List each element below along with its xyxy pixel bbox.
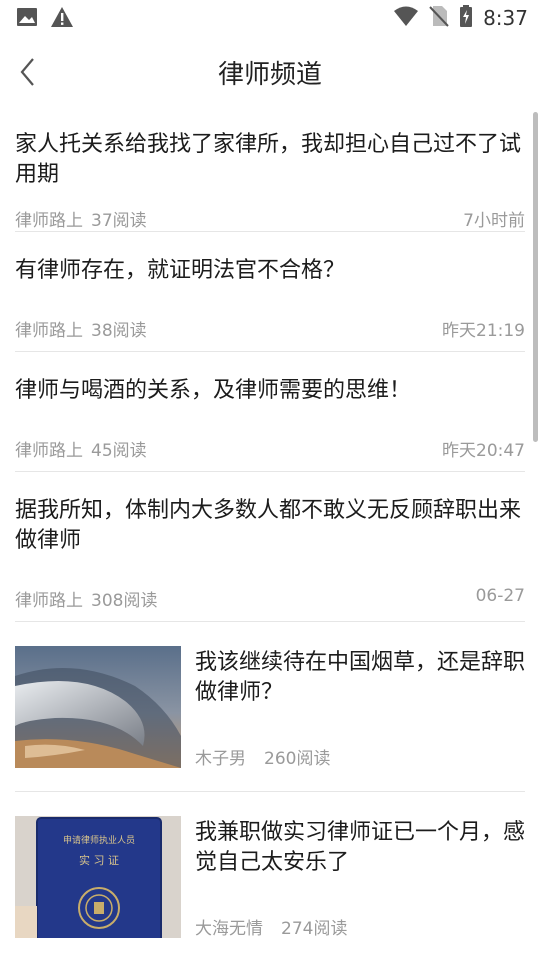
author: 律师路上 xyxy=(15,321,83,341)
article-thumbnail[interactable] xyxy=(15,646,181,768)
author: 木子男 xyxy=(195,749,246,769)
article-meta: 律师路上 308阅读 06-27 xyxy=(15,586,525,611)
article-item[interactable]: 据我所知，体制内大多数人都不敢义无反顾辞职出来做律师 律师路上 308阅读 06-… xyxy=(15,472,525,622)
publish-time: 7小时前 xyxy=(463,211,525,231)
status-bar: 8:37 xyxy=(0,0,540,36)
article-title[interactable]: 我该继续待在中国烟草，还是辞职做律师？ xyxy=(195,648,525,708)
warning-icon xyxy=(50,6,74,32)
publish-time: 06-27 xyxy=(475,586,525,606)
publish-time: 昨天21:19 xyxy=(442,321,525,341)
article-meta: 律师路上 38阅读 昨天21:19 xyxy=(15,316,525,341)
article-title[interactable]: 家人托关系给我找了家律所，我却担心自己过不了试用期 xyxy=(15,130,525,190)
article-item[interactable]: 律师与喝酒的关系，及律师需要的思维！ 律师路上 45阅读 昨天20:47 xyxy=(15,352,525,472)
article-list: 家人托关系给我找了家律所，我却担心自己过不了试用期 律师路上 37阅读 7小时前 … xyxy=(0,108,540,962)
certificate-text: 申请律师执业人员 实 习 证 xyxy=(62,836,135,867)
article-thumbnail[interactable]: 申请律师执业人员 实 习 证 xyxy=(15,816,181,938)
article-item[interactable]: 有律师存在，就证明法官不合格？ 律师路上 38阅读 昨天21:19 xyxy=(15,232,525,352)
read-count: 38阅读 xyxy=(91,321,147,341)
app-bar: 律师频道 xyxy=(0,36,540,108)
article-item[interactable]: 家人托关系给我找了家律所，我却担心自己过不了试用期 律师路上 37阅读 7小时前 xyxy=(15,108,525,232)
article-title[interactable]: 律师与喝酒的关系，及律师需要的思维！ xyxy=(15,376,525,406)
scrollbar[interactable] xyxy=(533,112,538,442)
read-count: 260阅读 xyxy=(264,749,331,769)
read-count: 308阅读 xyxy=(91,591,158,611)
read-count: 274阅读 xyxy=(281,919,348,939)
author: 律师路上 xyxy=(15,211,83,231)
clock-time: 8:37 xyxy=(483,6,528,30)
battery-charging-icon xyxy=(459,5,473,31)
article-item-with-image[interactable]: 我该继续待在中国烟草，还是辞职做律师？ 木子男 260阅读 xyxy=(15,622,525,792)
no-sim-icon xyxy=(429,5,449,31)
article-meta: 律师路上 37阅读 7小时前 xyxy=(15,206,525,231)
article-meta: 律师路上 45阅读 昨天20:47 xyxy=(15,436,525,461)
read-count: 37阅读 xyxy=(91,211,147,231)
wifi-icon xyxy=(393,5,419,31)
article-meta: 大海无情 274阅读 xyxy=(195,914,347,939)
publish-time: 昨天20:47 xyxy=(442,441,525,461)
article-title[interactable]: 我兼职做实习律师证已一个月，感觉自己太安乐了 xyxy=(195,818,525,878)
article-title[interactable]: 有律师存在，就证明法官不合格？ xyxy=(15,256,525,286)
author: 律师路上 xyxy=(15,441,83,461)
author: 律师路上 xyxy=(15,591,83,611)
image-notification-icon xyxy=(16,6,38,32)
author: 大海无情 xyxy=(195,919,263,939)
article-title[interactable]: 据我所知，体制内大多数人都不敢义无反顾辞职出来做律师 xyxy=(15,496,525,556)
article-meta: 木子男 260阅读 xyxy=(195,744,330,769)
read-count: 45阅读 xyxy=(91,441,147,461)
page-title: 律师频道 xyxy=(217,60,322,90)
article-item-with-image[interactable]: 申请律师执业人员 实 习 证 我兼职做实习律师证已一个月，感觉自己太安乐了 大海… xyxy=(15,792,525,962)
